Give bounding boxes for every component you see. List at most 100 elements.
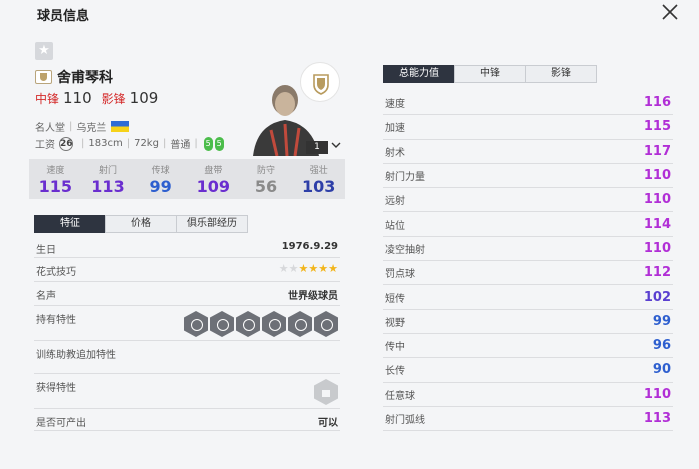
info-row-birthday: 生日 1976.9.29 bbox=[34, 236, 340, 258]
tradeable-value: 可以 bbox=[318, 418, 338, 429]
stat-label: 强壮 bbox=[309, 166, 328, 176]
divider: | bbox=[126, 138, 131, 149]
ability-row: 传中 96 bbox=[383, 334, 673, 359]
ability-row: 射术 117 bbox=[383, 140, 673, 164]
icon-season-badge-icon bbox=[300, 62, 340, 102]
trait-volley-icon[interactable] bbox=[314, 311, 338, 337]
ability-label: 射门弧线 bbox=[385, 415, 425, 426]
chevron-down-icon[interactable] bbox=[331, 141, 341, 152]
birthday-value: 1976.9.29 bbox=[281, 241, 338, 252]
ability-value: 112 bbox=[643, 265, 671, 281]
divider: | bbox=[162, 138, 167, 149]
star-icon: ★ bbox=[278, 262, 289, 275]
tab-second-striker[interactable]: 影锋 bbox=[525, 65, 597, 83]
ability-label: 站位 bbox=[385, 220, 405, 232]
trait-speed-icon[interactable] bbox=[288, 311, 312, 337]
stat-label: 射门 bbox=[99, 166, 118, 176]
right-foot-badge: 5 bbox=[214, 136, 224, 151]
ability-row: 速度 116 bbox=[383, 91, 673, 116]
stat-item: 强壮 103 bbox=[292, 159, 345, 199]
position-value: 110 bbox=[63, 89, 92, 107]
ability-label: 罚点球 bbox=[385, 269, 415, 281]
body-type: 普通 bbox=[170, 140, 191, 151]
info-row-skill: 花式技巧 ★ ★ ★ ★ ★ ★ bbox=[34, 258, 340, 282]
info-label: 是否可产出 bbox=[36, 418, 86, 429]
stat-value: 56 bbox=[254, 177, 278, 196]
player-physical: 工资 26 | 183cm | 72kg | 普通 | 5 5 bbox=[35, 136, 224, 151]
favorite-star-icon[interactable]: ★ bbox=[35, 42, 53, 60]
stat-item: 速度 115 bbox=[29, 159, 82, 199]
ability-row: 任意球 110 bbox=[383, 383, 673, 407]
skill-stars: ★ ★ ★ ★ ★ ★ bbox=[279, 263, 338, 274]
height: 183cm bbox=[88, 138, 123, 149]
info-label: 名声 bbox=[36, 291, 56, 302]
info-tabs: 特征 价格 俱乐部经历 bbox=[34, 215, 248, 233]
ability-value: 114 bbox=[643, 216, 671, 232]
stat-label: 速度 bbox=[46, 166, 65, 176]
tab-traits[interactable]: 特征 bbox=[34, 215, 106, 233]
player-name-row: 舍甫琴科 bbox=[35, 67, 113, 87]
ability-row: 罚点球 112 bbox=[383, 261, 673, 286]
tab-price[interactable]: 价格 bbox=[105, 215, 177, 233]
info-label: 获得特性 bbox=[36, 383, 76, 394]
ability-label: 短传 bbox=[385, 293, 405, 305]
ability-row: 射门弧线 113 bbox=[383, 407, 673, 432]
trait-long-shot-icon[interactable] bbox=[184, 311, 208, 337]
info-row-obtain: 获得特性 bbox=[34, 374, 340, 409]
trait-finesse-icon[interactable] bbox=[210, 311, 234, 337]
close-icon[interactable] bbox=[660, 2, 680, 22]
ability-label: 传中 bbox=[385, 342, 405, 354]
window-title: 球员信息 bbox=[37, 9, 90, 24]
ability-label: 视野 bbox=[385, 317, 405, 329]
ability-row: 射门力量 110 bbox=[383, 164, 673, 189]
star-icon: ★ bbox=[298, 262, 309, 275]
ability-value: 110 bbox=[643, 168, 671, 184]
info-row-traits: 持有特性 bbox=[34, 306, 340, 341]
trait-header-icon[interactable] bbox=[262, 311, 286, 337]
stat-item: 防守 56 bbox=[240, 159, 293, 199]
star-icon: ★ bbox=[328, 262, 338, 275]
stat-label: 盘带 bbox=[204, 166, 223, 176]
ability-label: 加速 bbox=[385, 123, 405, 135]
ability-label: 射门力量 bbox=[385, 172, 425, 184]
star-icon: ★ bbox=[318, 262, 329, 275]
divider: | bbox=[81, 138, 85, 149]
summary-stats: 速度 115 射门 113 传球 99 盘带 109 防守 56 强壮 103 bbox=[29, 159, 345, 199]
nation-name: 乌克兰 bbox=[76, 123, 107, 134]
info-row-reputation: 名声 世界级球员 bbox=[34, 282, 340, 306]
stat-item: 传球 99 bbox=[134, 159, 187, 199]
ability-label: 长传 bbox=[385, 366, 405, 378]
icon-class-badge-icon bbox=[35, 70, 52, 84]
ability-label: 速度 bbox=[385, 99, 405, 111]
info-label: 持有特性 bbox=[36, 315, 76, 326]
tab-overall[interactable]: 总能力值 bbox=[383, 65, 455, 83]
ability-row: 凌空抽射 110 bbox=[383, 237, 673, 262]
star-icon: ★ bbox=[308, 262, 319, 275]
info-label: 训练助教追加特性 bbox=[36, 350, 116, 361]
ability-row: 短传 102 bbox=[383, 285, 673, 310]
team-name: 名人堂 bbox=[35, 123, 65, 134]
ability-value: 110 bbox=[643, 192, 671, 208]
ability-value: 90 bbox=[652, 362, 671, 378]
tab-club-history[interactable]: 俱乐部经历 bbox=[176, 215, 248, 233]
trait-dribble-icon[interactable] bbox=[236, 311, 260, 337]
ability-list: 速度 116 加速 115 射术 117 射门力量 110 远射 110 站位 114 凌空抽射 110 罚… bbox=[383, 91, 673, 432]
position-label: 中锋 bbox=[35, 92, 60, 106]
ability-row: 加速 115 bbox=[383, 115, 673, 140]
info-row-coach: 训练助教追加特性 bbox=[34, 341, 340, 374]
ability-value: 116 bbox=[643, 95, 671, 111]
traits-table: 生日 1976.9.29 花式技巧 ★ ★ ★ ★ ★ ★ 名声 世界级球员 持有特性 训… bbox=[34, 236, 340, 431]
ability-row: 站位 114 bbox=[383, 212, 673, 237]
stat-item: 射门 113 bbox=[82, 159, 135, 199]
ability-value: 99 bbox=[652, 313, 671, 329]
stat-value: 109 bbox=[196, 177, 231, 196]
ukraine-flag-icon bbox=[111, 121, 130, 132]
left-foot-badge: 5 bbox=[203, 136, 213, 151]
trait-list bbox=[182, 311, 338, 337]
stat-label: 传球 bbox=[151, 166, 170, 176]
enhance-level-select[interactable]: 1 bbox=[306, 141, 328, 154]
position-label: 影锋 bbox=[101, 92, 126, 106]
position-ratings: 中锋 110 影锋 109 bbox=[35, 89, 168, 107]
weight: 72kg bbox=[134, 138, 159, 149]
tab-striker[interactable]: 中锋 bbox=[454, 65, 526, 83]
